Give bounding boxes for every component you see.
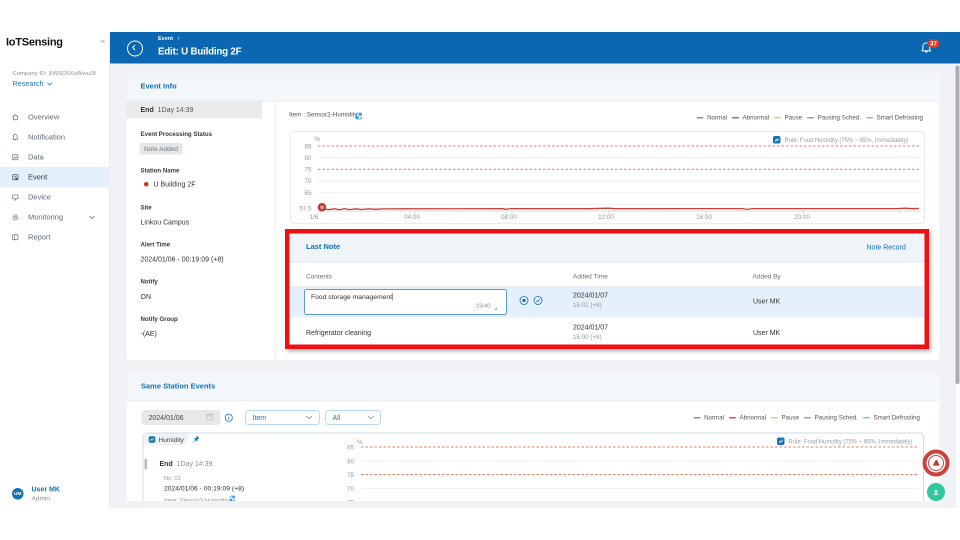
svg-text:70: 70 [305, 178, 312, 185]
svg-text:75: 75 [305, 167, 312, 174]
svg-text:85: 85 [347, 444, 354, 451]
svg-text:Rule: Food Humidity (75% ~ 85%: Rule: Food Humidity (75% ~ 85%, Immediat… [785, 137, 909, 144]
svg-text:Rule: Food Humidity (75% ~ 85%: Rule: Food Humidity (75% ~ 85%, Immediat… [789, 439, 913, 446]
svg-text:80: 80 [305, 155, 312, 162]
svg-text:70: 70 [347, 486, 354, 493]
svg-text:08:00: 08:00 [501, 214, 517, 221]
svg-text:%: % [357, 439, 363, 446]
svg-text:80: 80 [347, 458, 354, 465]
svg-text:12:00: 12:00 [598, 214, 614, 221]
svg-text:16:00: 16:00 [696, 214, 712, 221]
svg-text:85: 85 [305, 143, 312, 150]
svg-text:75: 75 [347, 472, 354, 479]
svg-text:04:00: 04:00 [404, 214, 420, 221]
svg-text:20:00: 20:00 [794, 214, 810, 221]
svg-text:1/6: 1/6 [310, 214, 319, 221]
svg-text:57.5: 57.5 [299, 205, 312, 212]
svg-text:%: % [314, 136, 320, 143]
svg-text:65: 65 [305, 190, 312, 197]
